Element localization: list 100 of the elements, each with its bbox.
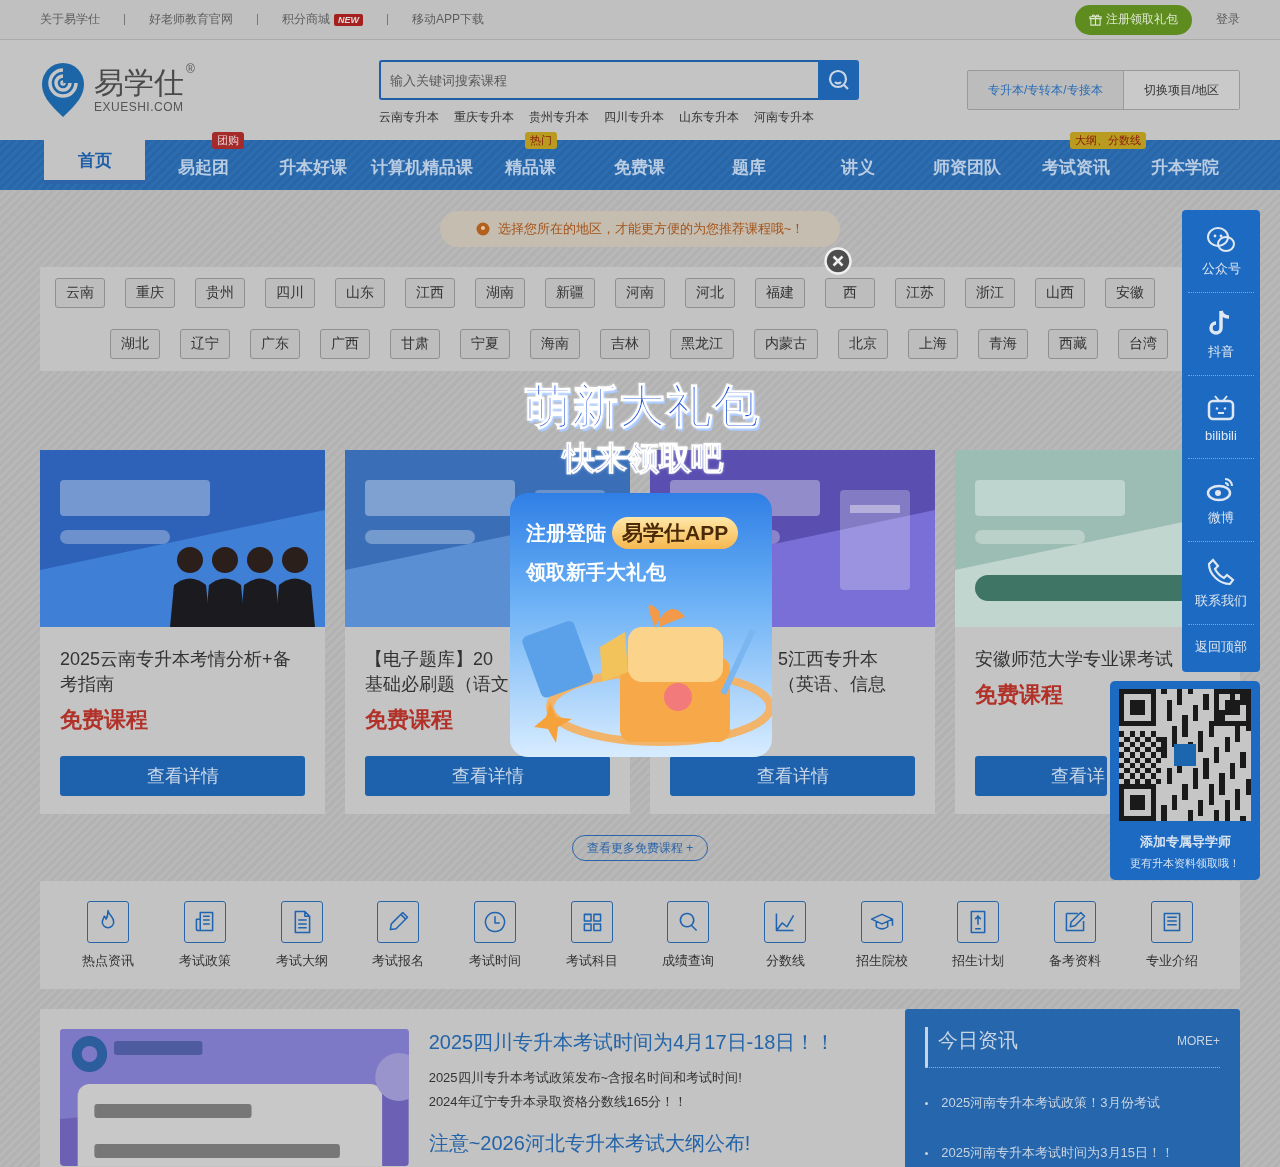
nav-tab[interactable]: 计算机精品课: [370, 155, 473, 179]
sidebar-link[interactable]: bilibili: [1188, 376, 1254, 459]
details-button[interactable]: 查看详情: [60, 756, 305, 796]
category-link[interactable]: 考试时间: [446, 881, 544, 989]
nav-tab[interactable]: 讲义: [840, 155, 875, 179]
popup-text: 领取新手大礼包: [526, 560, 666, 585]
edit-icon: [1054, 900, 1097, 943]
category-link[interactable]: 考试报名: [350, 881, 447, 989]
region-chip[interactable]: 广东: [250, 329, 300, 359]
region-chip[interactable]: 北京: [838, 329, 888, 359]
region-chip[interactable]: 浙江: [965, 278, 1015, 308]
top-link[interactable]: 好老师教育官网: [149, 11, 233, 28]
region-chip[interactable]: 西: [825, 278, 875, 308]
region-chip[interactable]: 四川: [265, 278, 315, 308]
region-chip[interactable]: 黑龙江: [670, 329, 734, 359]
region-chip[interactable]: 福建: [755, 278, 805, 308]
sidebar-link[interactable]: 联系我们: [1188, 542, 1254, 625]
hot-search-link[interactable]: 重庆专升本: [454, 109, 514, 126]
line-chart-icon: [764, 900, 807, 943]
search-button[interactable]: [818, 60, 859, 100]
nav-tab[interactable]: 精品课: [505, 155, 556, 179]
news-link[interactable]: 2025四川专升本考试政策发布~含报名时间和考试时间!: [428, 1066, 886, 1090]
news-link[interactable]: 2025河南专升本考试政策！3月份考试: [925, 1078, 1220, 1128]
region-chip[interactable]: 安徽: [1105, 278, 1155, 308]
region-chip[interactable]: 广西: [320, 329, 370, 359]
course-title[interactable]: 安徽师范大学专业课考试: [975, 647, 1173, 672]
category-link[interactable]: 成绩查询: [640, 881, 737, 989]
nav-tab[interactable]: 师资团队: [932, 155, 1001, 179]
course-title[interactable]: 【电子题库】20 基础必刷题（语文: [365, 647, 509, 697]
hot-search-link[interactable]: 山东专升本: [679, 109, 739, 126]
popup-title: 萌新大礼包: [525, 379, 760, 434]
sidebar-link[interactable]: 抖音: [1188, 293, 1254, 376]
hot-search-link[interactable]: 四川专升本: [604, 109, 664, 126]
region-chip[interactable]: 西藏: [1048, 329, 1098, 359]
close-button[interactable]: [823, 246, 853, 276]
top-link[interactable]: 关于易学仕: [40, 11, 100, 28]
flame-icon: [87, 900, 130, 943]
more-link[interactable]: MORE+: [1177, 1033, 1220, 1048]
details-button[interactable]: 查看详情: [365, 756, 610, 796]
course-title[interactable]: 5江西专升本 （英语、信息: [778, 647, 886, 697]
top-link[interactable]: 积分商城: [282, 11, 330, 28]
nav-tab[interactable]: 免费课: [614, 155, 665, 179]
region-chip[interactable]: 河南: [615, 278, 665, 308]
region-chip[interactable]: 贵州: [195, 278, 245, 308]
region-chip[interactable]: 台湾: [1118, 329, 1168, 359]
news-link[interactable]: 2025河南专升本考试时间为3月15日！！: [925, 1128, 1220, 1167]
region-chip[interactable]: 河北: [685, 278, 735, 308]
category-link[interactable]: 招生院校: [833, 881, 931, 989]
switch-region-button[interactable]: 切换项目/地区: [1123, 71, 1239, 109]
region-chip[interactable]: 云南: [55, 278, 105, 308]
hot-search-link[interactable]: 贵州专升本: [529, 109, 589, 126]
notice-text: 选择您所在的地区，才能更方便的为您推荐课程哦~！: [497, 220, 805, 238]
nav-tab[interactable]: 首页: [44, 140, 145, 184]
region-chip[interactable]: 甘肃: [390, 329, 440, 359]
nav-tab[interactable]: 考试资讯: [1041, 155, 1110, 179]
nav-badge: 团购: [212, 132, 245, 149]
nav-tab[interactable]: 易起团: [178, 155, 229, 179]
top-link[interactable]: 移动APP下载: [412, 11, 484, 28]
details-button[interactable]: 查看详情: [670, 756, 915, 796]
region-chip[interactable]: 宁夏: [460, 329, 510, 359]
region-chip[interactable]: 湖北: [110, 329, 160, 359]
region-chip[interactable]: 江苏: [895, 278, 945, 308]
logo-text: 易学仕: [94, 66, 184, 100]
category-link[interactable]: 备考资料: [1026, 881, 1124, 989]
graduation-cap-icon: [860, 900, 903, 943]
category-link[interactable]: 考试大纲: [253, 881, 350, 989]
course-price: 免费课程: [975, 681, 1064, 709]
region-chip[interactable]: 内蒙古: [754, 329, 818, 359]
category-link[interactable]: 专业介绍: [1123, 881, 1221, 989]
course-title[interactable]: 2025云南专升本考情分析+备 考指南: [60, 647, 291, 697]
sidebar-link[interactable]: 公众号: [1188, 210, 1254, 293]
hot-search-link[interactable]: 河南专升本: [754, 109, 814, 126]
details-button[interactable]: 查看详: [975, 756, 1107, 796]
sidebar-link[interactable]: 返回顶部: [1188, 625, 1254, 669]
category-link[interactable]: 考试政策: [156, 881, 254, 989]
region-chip[interactable]: 山东: [335, 278, 385, 308]
region-chip[interactable]: 辽宁: [180, 329, 230, 359]
sidebar-link[interactable]: 微博: [1188, 459, 1254, 542]
search-field[interactable]: 输入关键词搜索课程: [379, 60, 818, 100]
category-link[interactable]: 招生计划: [930, 881, 1027, 989]
region-chip[interactable]: 上海: [908, 329, 958, 359]
clock-icon: [474, 900, 516, 943]
region-chip[interactable]: 重庆: [125, 278, 175, 308]
category-link[interactable]: 分数线: [736, 881, 834, 989]
region-chip[interactable]: 新疆: [545, 278, 595, 308]
login-link[interactable]: 登录: [1216, 11, 1240, 28]
course-price: 免费课程: [60, 706, 149, 734]
logo-icon: [40, 61, 86, 119]
news-link[interactable]: 2024年辽宁专升本录取资格分数线165分！！: [428, 1090, 886, 1114]
region-chip[interactable]: 江西: [405, 278, 455, 308]
region-chip[interactable]: 青海: [978, 329, 1028, 359]
tablet-icon: [957, 900, 1000, 943]
region-chip[interactable]: 海南: [530, 329, 580, 359]
newspaper-icon: [184, 900, 226, 943]
category-link[interactable]: 热点资讯: [60, 881, 157, 989]
region-chip[interactable]: 吉林: [600, 329, 650, 359]
region-chip[interactable]: 山西: [1035, 278, 1085, 308]
hot-search-link[interactable]: 云南专升本: [379, 109, 439, 126]
category-link[interactable]: 考试科目: [543, 881, 641, 989]
region-chip[interactable]: 湖南: [475, 278, 525, 308]
